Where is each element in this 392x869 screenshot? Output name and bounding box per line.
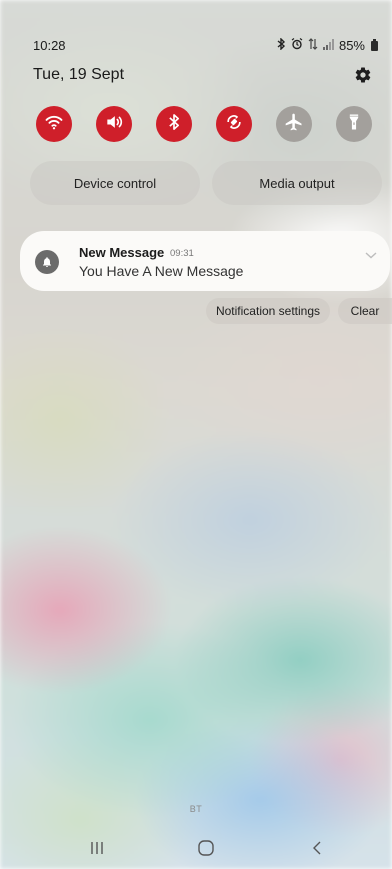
bluetooth-tile[interactable] — [156, 106, 192, 142]
battery-percentage: 85% — [338, 38, 365, 53]
quick-actions-row: Device control Media output — [30, 161, 382, 205]
notification-title: New Message — [79, 245, 165, 260]
notification-body: You Have A New Message — [79, 263, 244, 279]
bell-icon — [35, 250, 59, 274]
quick-settings-tiles — [36, 106, 376, 142]
chevron-down-icon[interactable] — [364, 247, 378, 259]
home-button[interactable] — [186, 836, 226, 864]
recents-button[interactable] — [77, 836, 117, 864]
navigation-bar — [0, 836, 392, 864]
notification-card[interactable]: New Message 09:31 You Have A New Message — [20, 231, 390, 291]
flashlight-icon — [344, 112, 364, 137]
device-control-button[interactable]: Device control — [30, 161, 200, 205]
battery-icon — [371, 38, 378, 51]
media-output-button[interactable]: Media output — [212, 161, 382, 205]
back-button[interactable] — [297, 836, 337, 864]
rotate-icon — [224, 112, 244, 137]
date-label: Tue, 19 Sept — [33, 66, 125, 83]
sound-tile[interactable] — [96, 106, 132, 142]
recents-icon — [89, 840, 105, 861]
gear-icon[interactable] — [354, 66, 372, 84]
alarm-icon — [291, 38, 303, 53]
airplane-mode-tile[interactable] — [276, 106, 312, 142]
home-icon — [197, 839, 215, 862]
notification-time: 09:31 — [170, 248, 194, 259]
wifi-tile[interactable] — [36, 106, 72, 142]
airplane-icon — [284, 112, 304, 137]
status-bar: 10:28 85% — [33, 37, 378, 54]
flashlight-tile[interactable] — [336, 106, 372, 142]
status-time: 10:28 — [33, 38, 66, 53]
data-icon — [308, 38, 318, 53]
back-icon — [310, 840, 324, 861]
wifi-icon — [44, 112, 64, 137]
bluetooth-icon — [276, 37, 286, 53]
notification-settings-button[interactable]: Notification settings — [206, 298, 330, 324]
clear-button[interactable]: Clear — [338, 298, 392, 324]
signal-icon — [322, 38, 334, 53]
date-row: Tue, 19 Sept — [33, 66, 372, 86]
volume-icon — [104, 112, 124, 137]
carrier-label: BT — [189, 804, 203, 814]
bluetooth-icon — [164, 112, 184, 137]
status-icons: 85% — [276, 37, 378, 53]
auto-rotate-tile[interactable] — [216, 106, 252, 142]
